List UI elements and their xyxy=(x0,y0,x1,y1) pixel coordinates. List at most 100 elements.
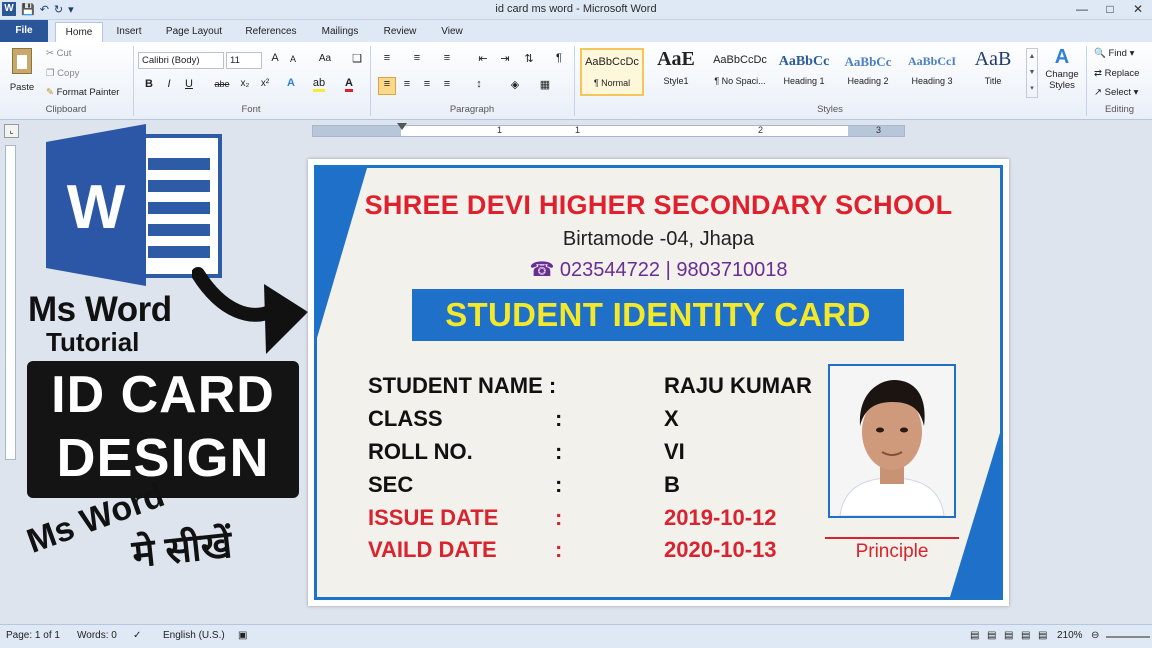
shading-icon[interactable]: ◈ xyxy=(506,78,524,91)
line-spacing-icon[interactable]: ↕ xyxy=(470,78,488,90)
word-count[interactable]: Words: 0 xyxy=(77,630,117,641)
bullets-icon[interactable]: ≡ xyxy=(378,52,396,64)
tab-mailings[interactable]: Mailings xyxy=(314,22,366,42)
clipboard-group-label: Clipboard xyxy=(45,104,87,115)
change-case-button[interactable]: Aa xyxy=(312,53,338,64)
outline-icon[interactable]: ▤ xyxy=(1021,630,1030,641)
style-heading-1[interactable]: AaBbCc Heading 1 xyxy=(772,48,836,96)
font-name-select[interactable]: Calibri (Body) xyxy=(138,52,224,69)
underline-button[interactable]: U xyxy=(180,78,198,90)
font-size-select[interactable]: 11 xyxy=(226,52,262,69)
proofing-icon[interactable]: ✓ xyxy=(133,630,141,641)
id-card: SHREE DEVI HIGHER SECONDARY SCHOOL Birta… xyxy=(308,159,1009,606)
style-heading-3[interactable]: AaBbCcI Heading 3 xyxy=(900,48,964,96)
field-value-issue-date: 2019-10-12 xyxy=(664,505,777,530)
style-sample: AaB xyxy=(974,48,1012,70)
field-value-valid-date: 2020-10-13 xyxy=(664,537,777,562)
horizontal-ruler[interactable]: 1 1 2 3 xyxy=(312,123,905,137)
decrease-indent-icon[interactable]: ⇤ xyxy=(474,52,492,65)
banner-line-1: ID CARD xyxy=(51,366,275,424)
change-styles-label: Change Styles xyxy=(1045,69,1079,91)
justify-icon[interactable]: ≡ xyxy=(438,78,456,90)
ruler-mark: 3 xyxy=(876,125,882,135)
print-layout-icon[interactable]: ▤ xyxy=(970,630,979,641)
align-right-icon[interactable]: ≡ xyxy=(418,78,436,90)
ribbon: Paste ✂ Cut ❐ Copy ✎ Format Painter Clip… xyxy=(0,42,1152,120)
style-name: ¶ Normal xyxy=(593,78,631,88)
find-button[interactable]: 🔍 Find ▾ xyxy=(1094,48,1134,59)
paste-button[interactable]: Paste xyxy=(6,46,38,100)
format-painter-button[interactable]: ✎ Format Painter xyxy=(46,87,119,98)
change-styles-icon: A xyxy=(1054,46,1070,68)
school-address: Birtamode -04, Jhapa xyxy=(562,228,755,250)
align-left-icon[interactable]: ≡ xyxy=(378,77,396,95)
style-title[interactable]: AaB Title xyxy=(964,48,1022,96)
numbering-icon[interactable]: ≡ xyxy=(408,52,426,64)
field-colon: : xyxy=(555,537,563,562)
increase-indent-icon[interactable]: ⇥ xyxy=(496,52,514,65)
show-formatting-icon[interactable]: ¶ xyxy=(550,52,568,64)
style-heading-2[interactable]: AaBbCc Heading 2 xyxy=(836,48,900,96)
tab-page-layout[interactable]: Page Layout xyxy=(160,22,228,42)
format-painter-label: Format Painter xyxy=(56,87,120,98)
web-layout-icon[interactable]: ▤ xyxy=(1004,630,1013,641)
styles-group-label: Styles xyxy=(817,104,843,115)
cut-button[interactable]: ✂ Cut xyxy=(46,48,71,59)
ruler-mark: 2 xyxy=(758,125,764,135)
replace-button[interactable]: ⇄ Replace xyxy=(1094,68,1139,79)
card-title: STUDENT IDENTITY CARD xyxy=(445,296,871,333)
bold-button[interactable]: B xyxy=(140,78,158,90)
draft-icon[interactable]: ▤ xyxy=(1038,630,1047,641)
font-color-icon[interactable]: A xyxy=(340,77,358,92)
style-style1[interactable]: AaE Style1 xyxy=(644,48,708,96)
tab-home[interactable]: Home xyxy=(55,22,103,42)
superscript-button[interactable]: x² xyxy=(256,78,274,89)
maximize-icon[interactable]: □ xyxy=(1096,0,1124,18)
replace-icon: ⇄ xyxy=(1094,68,1102,79)
vertical-ruler[interactable] xyxy=(5,145,16,460)
field-label-sec: SEC xyxy=(368,472,414,497)
field-value-sec: B xyxy=(664,472,680,497)
tab-file[interactable]: File xyxy=(0,20,48,42)
text-effects-icon[interactable]: A xyxy=(282,77,300,89)
grow-font-button[interactable]: A xyxy=(266,52,284,64)
shrink-font-button[interactable]: A xyxy=(284,54,302,64)
macro-icon[interactable]: ▣ xyxy=(238,630,247,641)
tab-references[interactable]: References xyxy=(240,22,302,42)
style-normal[interactable]: AaBbCcDc ¶ Normal xyxy=(580,48,644,96)
clear-formatting-icon[interactable]: ❑ xyxy=(348,52,366,65)
change-styles-button[interactable]: A Change Styles xyxy=(1041,46,1083,102)
close-icon[interactable]: ✕ xyxy=(1124,0,1152,18)
full-screen-reading-icon[interactable]: ▤ xyxy=(987,630,996,641)
id-card-body: SHREE DEVI HIGHER SECONDARY SCHOOL Birta… xyxy=(314,165,1003,600)
card-title-banner: STUDENT IDENTITY CARD xyxy=(412,289,904,341)
style-no-spacing[interactable]: AaBbCcDc ¶ No Spaci... xyxy=(708,48,772,96)
select-button[interactable]: ↗ Select ▾ xyxy=(1094,87,1138,98)
page-count[interactable]: Page: 1 of 1 xyxy=(6,630,60,641)
highlight-icon[interactable]: ab xyxy=(310,77,328,92)
zoom-level[interactable]: 210% xyxy=(1057,630,1083,641)
align-center-icon[interactable]: ≡ xyxy=(398,78,416,90)
multilevel-list-icon[interactable]: ≡ xyxy=(438,52,456,64)
field-value-class: X xyxy=(664,406,679,431)
styles-scroll[interactable]: ▲ ▼ ▾ xyxy=(1026,48,1038,98)
language-indicator[interactable]: English (U.S.) xyxy=(163,630,225,641)
indent-marker-icon[interactable] xyxy=(397,123,407,130)
ribbon-tabs: File Home Insert Page Layout References … xyxy=(0,20,1152,42)
tab-insert[interactable]: Insert xyxy=(108,22,150,42)
zoom-slider[interactable] xyxy=(1106,636,1150,638)
student-photo[interactable] xyxy=(828,364,956,518)
tab-view[interactable]: View xyxy=(432,22,472,42)
style-sample: AaBbCcDc xyxy=(585,56,639,68)
borders-icon[interactable]: ▦ xyxy=(536,78,554,91)
copy-button[interactable]: ❐ Copy xyxy=(46,68,79,79)
tab-selector-icon[interactable]: ⌞ xyxy=(4,124,19,138)
zoom-out-icon[interactable]: ⊖ xyxy=(1091,630,1099,641)
strikethrough-button[interactable]: abe xyxy=(210,79,234,89)
tab-review[interactable]: Review xyxy=(378,22,422,42)
subscript-button[interactable]: x₂ xyxy=(236,78,254,89)
minimize-icon[interactable]: — xyxy=(1068,0,1096,18)
italic-button[interactable]: I xyxy=(160,78,178,90)
paragraph-group-label: Paragraph xyxy=(449,104,495,115)
sort-icon[interactable]: ⇅ xyxy=(520,52,538,65)
